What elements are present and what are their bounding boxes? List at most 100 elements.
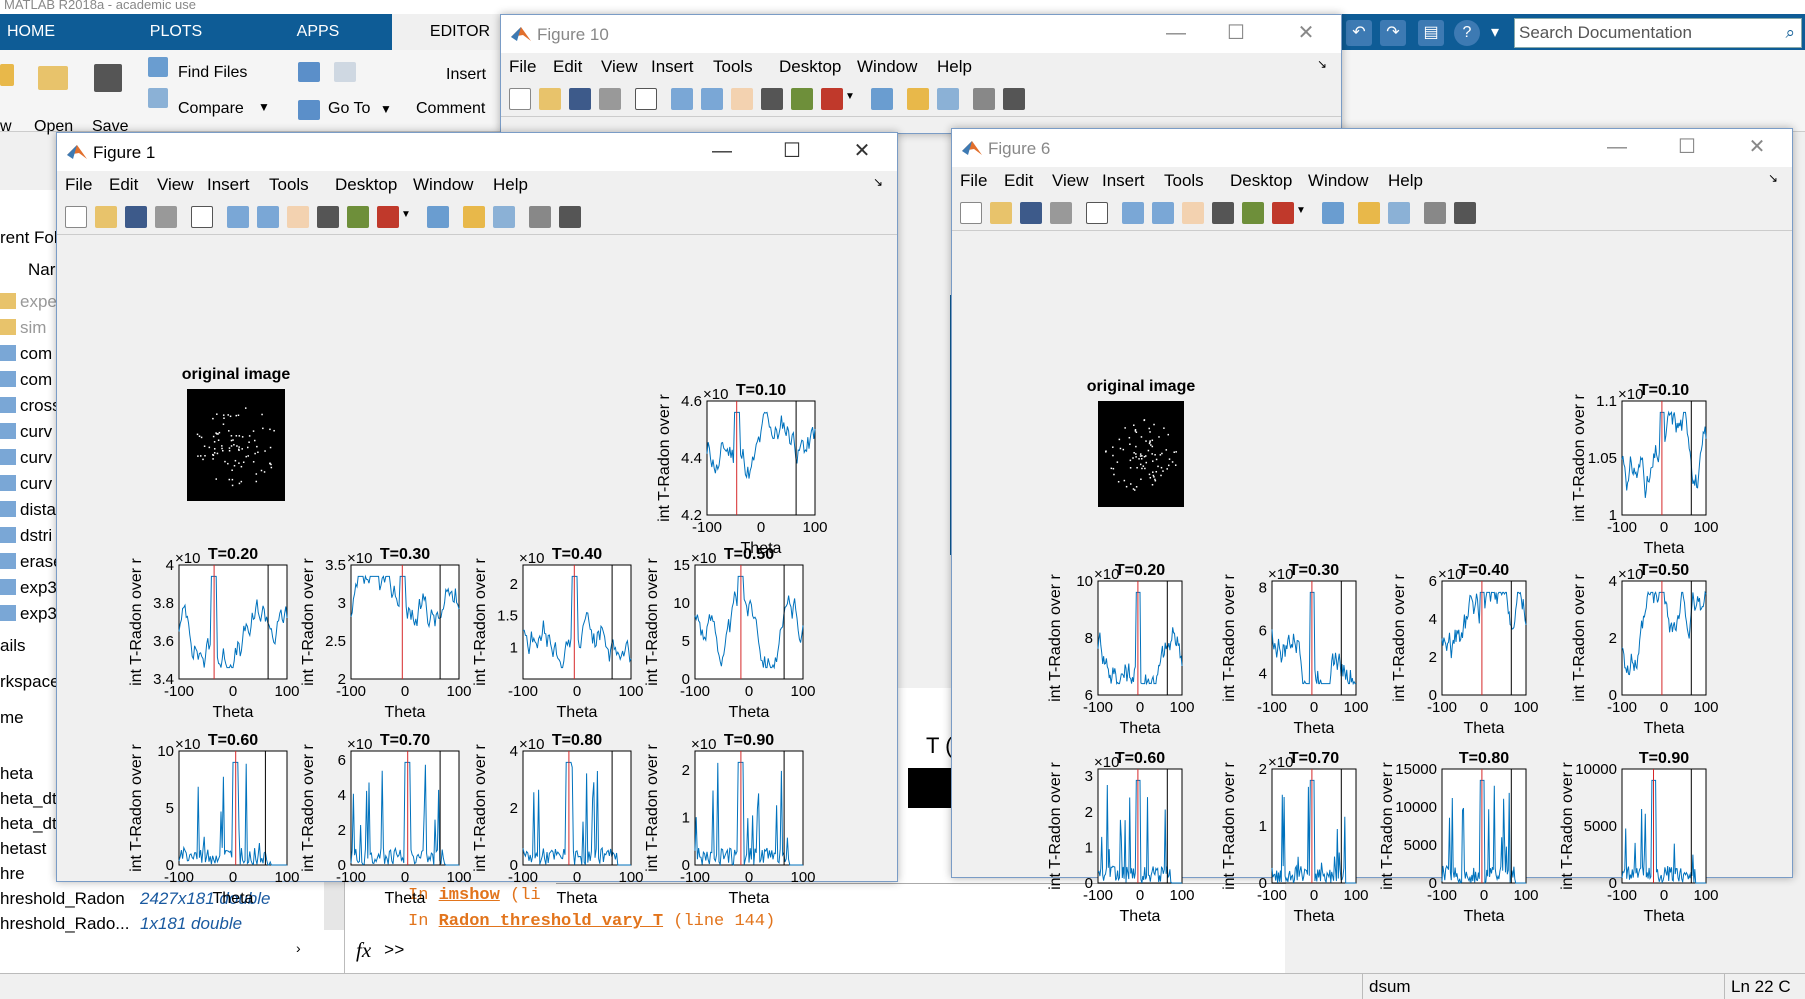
goto-icon[interactable] <box>298 100 320 120</box>
dock-arrow-icon[interactable]: ↘ <box>1317 57 1327 71</box>
zoom-out-icon[interactable] <box>701 88 723 110</box>
compare-dropdown-icon[interactable]: ▼ <box>258 100 270 114</box>
menu-insert[interactable]: Insert <box>651 57 694 77</box>
find-files-icon[interactable] <box>148 57 168 77</box>
figure-title-bar[interactable]: Figure 1 — ☐ ✕ <box>57 133 897 171</box>
menu-insert[interactable]: Insert <box>1102 171 1145 191</box>
file-item[interactable]: sim <box>0 318 60 342</box>
new-icon[interactable] <box>0 64 14 86</box>
pan-icon[interactable] <box>287 206 309 228</box>
figure-title-bar[interactable]: Figure 10 — ☐ ✕ <box>501 15 1341 53</box>
switch-windows-icon[interactable]: ▤ <box>1418 20 1444 46</box>
zoom-out-icon[interactable] <box>1152 202 1174 224</box>
new-figure-icon[interactable] <box>960 202 982 224</box>
cmd-func-link[interactable]: imshow <box>439 886 500 905</box>
cmd-func-link[interactable]: Radon_threshold_vary_T <box>439 912 663 931</box>
menu-view[interactable]: View <box>1052 171 1089 191</box>
find-files-button[interactable]: Find Files <box>178 64 247 82</box>
minimize-icon[interactable]: — <box>1602 137 1632 159</box>
data-cursor-icon[interactable] <box>347 206 369 228</box>
figure-6-window[interactable]: Figure 6 — ☐ ✕ File Edit View Insert Tools De… <box>951 128 1793 925</box>
workspace-scrollbar[interactable] <box>324 880 344 930</box>
file-item[interactable]: exp3 <box>0 578 60 602</box>
save-icon[interactable] <box>1020 202 1042 224</box>
rotate-icon[interactable] <box>1212 202 1234 224</box>
file-item[interactable]: com <box>0 370 60 394</box>
open-folder-icon[interactable] <box>38 66 68 90</box>
hide-tools-icon[interactable] <box>529 206 551 228</box>
chevron-down-icon[interactable]: ▾ <box>1486 20 1504 46</box>
close-icon[interactable]: ✕ <box>1291 23 1321 45</box>
zoom-in-icon[interactable] <box>671 88 693 110</box>
pointer-icon[interactable] <box>191 206 213 228</box>
file-item[interactable]: curv <box>0 422 60 446</box>
file-item[interactable]: exp3 <box>0 604 60 628</box>
open-icon[interactable] <box>95 206 117 228</box>
legend-icon[interactable] <box>1388 202 1410 224</box>
show-tools-icon[interactable] <box>1003 88 1025 110</box>
new-figure-icon[interactable] <box>509 88 531 110</box>
brush-icon[interactable] <box>377 206 399 228</box>
data-cursor-icon[interactable] <box>791 88 813 110</box>
menu-help[interactable]: Help <box>493 175 528 195</box>
name-column-header[interactable]: Nar <box>28 260 55 280</box>
brush-dropdown-icon[interactable]: ▼ <box>1296 205 1306 216</box>
file-item[interactable]: curv <box>0 448 60 472</box>
menu-desktop[interactable]: Desktop <box>779 57 841 77</box>
open-icon[interactable] <box>539 88 561 110</box>
colorbar-icon[interactable] <box>1358 202 1380 224</box>
search-documentation-input[interactable]: Search Documentation ⌕ <box>1514 18 1802 48</box>
compare-icon[interactable] <box>148 88 168 108</box>
file-item[interactable]: curv <box>0 474 60 498</box>
tab-home[interactable]: HOME <box>0 14 62 50</box>
file-item[interactable]: cross <box>0 396 60 420</box>
legend-icon[interactable] <box>937 88 959 110</box>
zoom-in-icon[interactable] <box>1122 202 1144 224</box>
show-tools-icon[interactable] <box>1454 202 1476 224</box>
details-label[interactable]: ails <box>0 636 26 656</box>
menu-window[interactable]: Window <box>413 175 473 195</box>
file-item[interactable]: erase <box>0 552 60 576</box>
menu-file[interactable]: File <box>509 57 536 77</box>
legend-icon[interactable] <box>493 206 515 228</box>
rotate-icon[interactable] <box>761 88 783 110</box>
menu-tools[interactable]: Tools <box>713 57 753 77</box>
close-icon[interactable]: ✕ <box>847 141 877 163</box>
figure-10-window[interactable]: Figure 10 — ☐ ✕ File Edit View Insert Tools D… <box>500 14 1342 134</box>
pan-icon[interactable] <box>1182 202 1204 224</box>
undo-icon[interactable]: ↶ <box>1346 20 1372 46</box>
menu-file[interactable]: File <box>65 175 92 195</box>
link-icon[interactable] <box>1322 202 1344 224</box>
help-icon[interactable]: ? <box>1454 20 1480 46</box>
forward-arrow-icon[interactable] <box>334 62 356 82</box>
goto-dropdown-icon[interactable]: ▼ <box>380 102 392 116</box>
figure-1-window[interactable]: Figure 1 — ☐ ✕ File Edit View Insert Tools De… <box>56 132 898 907</box>
workspace-name-header[interactable]: me <box>0 708 24 728</box>
colorbar-icon[interactable] <box>907 88 929 110</box>
menu-desktop[interactable]: Desktop <box>1230 171 1292 191</box>
redo-icon[interactable]: ↷ <box>1380 20 1406 46</box>
open-icon[interactable] <box>990 202 1012 224</box>
menu-insert[interactable]: Insert <box>207 175 250 195</box>
brush-icon[interactable] <box>1272 202 1294 224</box>
compare-button[interactable]: Compare <box>178 100 244 118</box>
scroll-right-icon[interactable]: › <box>296 940 301 956</box>
menu-view[interactable]: View <box>601 57 638 77</box>
maximize-icon[interactable]: ☐ <box>777 141 807 163</box>
menu-edit[interactable]: Edit <box>1004 171 1033 191</box>
figure-title-bar[interactable]: Figure 6 — ☐ ✕ <box>952 129 1792 167</box>
brush-dropdown-icon[interactable]: ▼ <box>401 209 411 220</box>
show-tools-icon[interactable] <box>559 206 581 228</box>
close-icon[interactable]: ✕ <box>1742 137 1772 159</box>
menu-tools[interactable]: Tools <box>1164 171 1204 191</box>
workspace-row[interactable]: hreshold_Rado... 1x181 double <box>0 914 242 938</box>
menu-help[interactable]: Help <box>1388 171 1423 191</box>
save-icon[interactable] <box>94 64 122 92</box>
tab-apps[interactable]: APPS <box>248 14 388 50</box>
maximize-icon[interactable]: ☐ <box>1221 23 1251 45</box>
menu-edit[interactable]: Edit <box>553 57 582 77</box>
fx-icon[interactable]: fx <box>356 938 371 963</box>
dock-arrow-icon[interactable]: ↘ <box>873 175 883 189</box>
menu-edit[interactable]: Edit <box>109 175 138 195</box>
insert-button[interactable]: Insert <box>446 66 486 84</box>
